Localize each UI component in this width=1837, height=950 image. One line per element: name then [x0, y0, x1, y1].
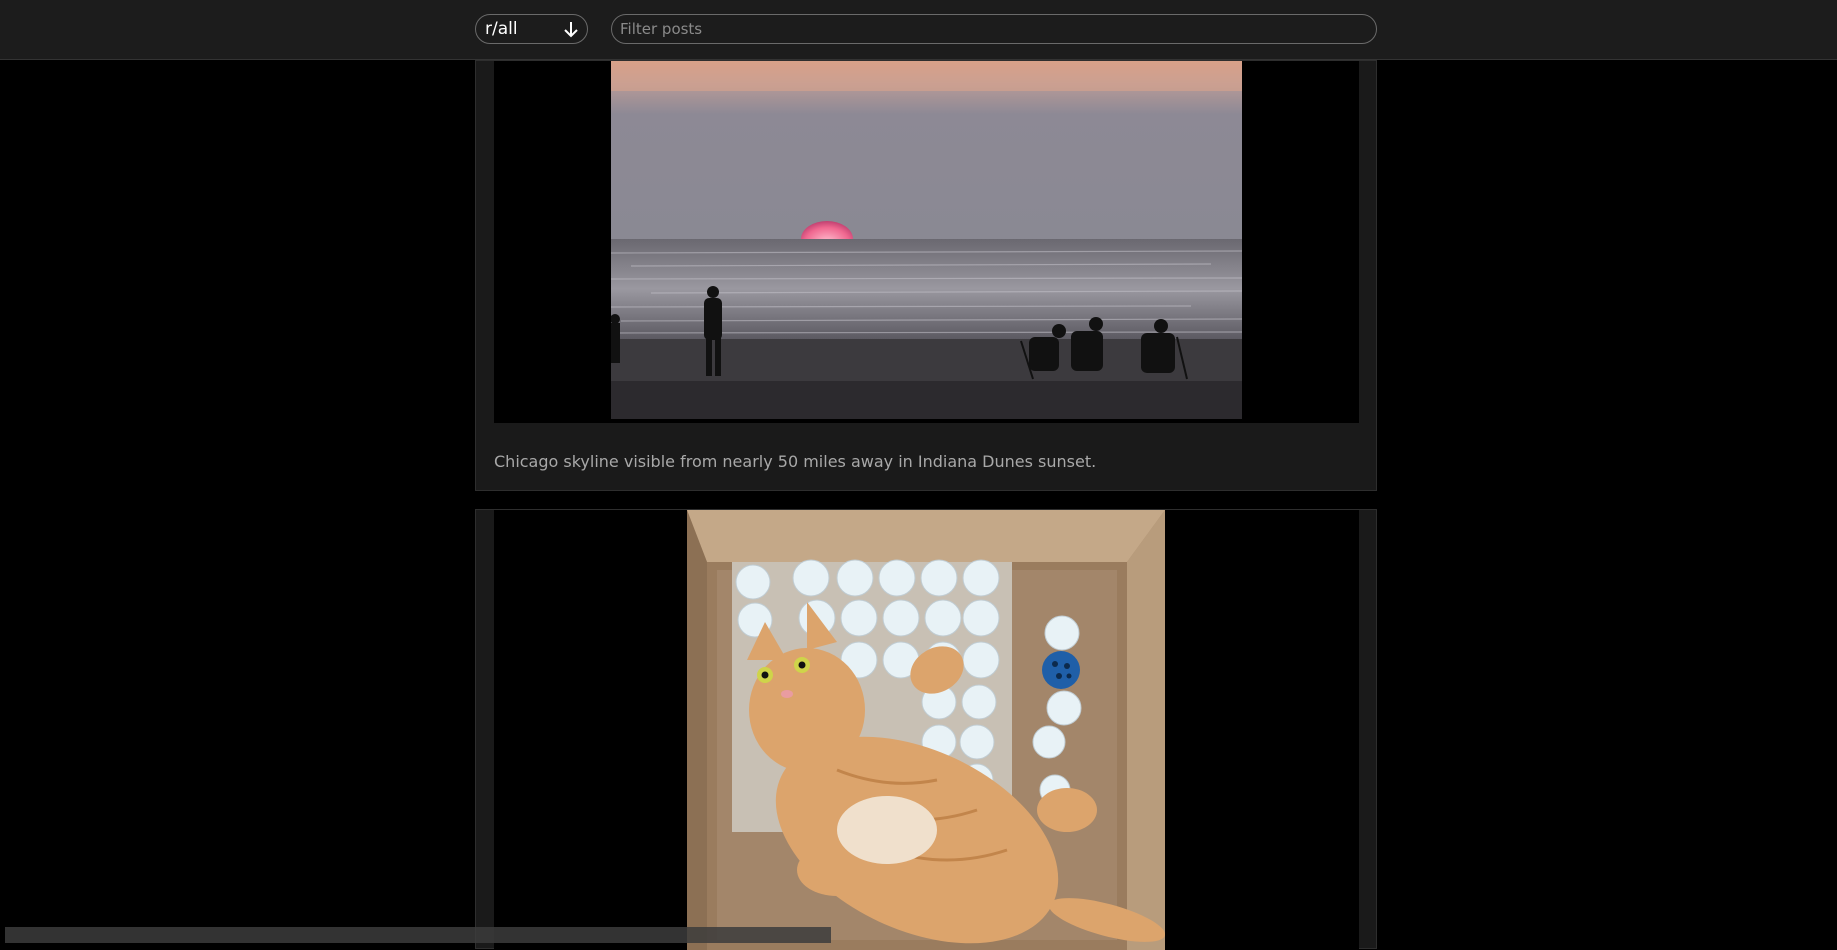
post-media[interactable]: [494, 510, 1359, 950]
filter-posts-input[interactable]: [611, 14, 1377, 44]
post-card: [475, 509, 1377, 950]
top-bar: r/all: [0, 0, 1837, 60]
post-media[interactable]: [494, 61, 1359, 423]
arrow-down-icon[interactable]: [563, 20, 579, 38]
status-overlay: [5, 927, 831, 943]
subreddit-label: r/all: [485, 19, 518, 39]
post-caption[interactable]: Chicago skyline visible from nearly 50 m…: [494, 452, 1096, 471]
cat-in-egg-box-photo[interactable]: [687, 510, 1165, 950]
subreddit-select[interactable]: r/all: [475, 14, 588, 44]
post-card: Chicago skyline visible from nearly 50 m…: [475, 60, 1377, 491]
sunset-beach-photo[interactable]: [611, 61, 1242, 419]
